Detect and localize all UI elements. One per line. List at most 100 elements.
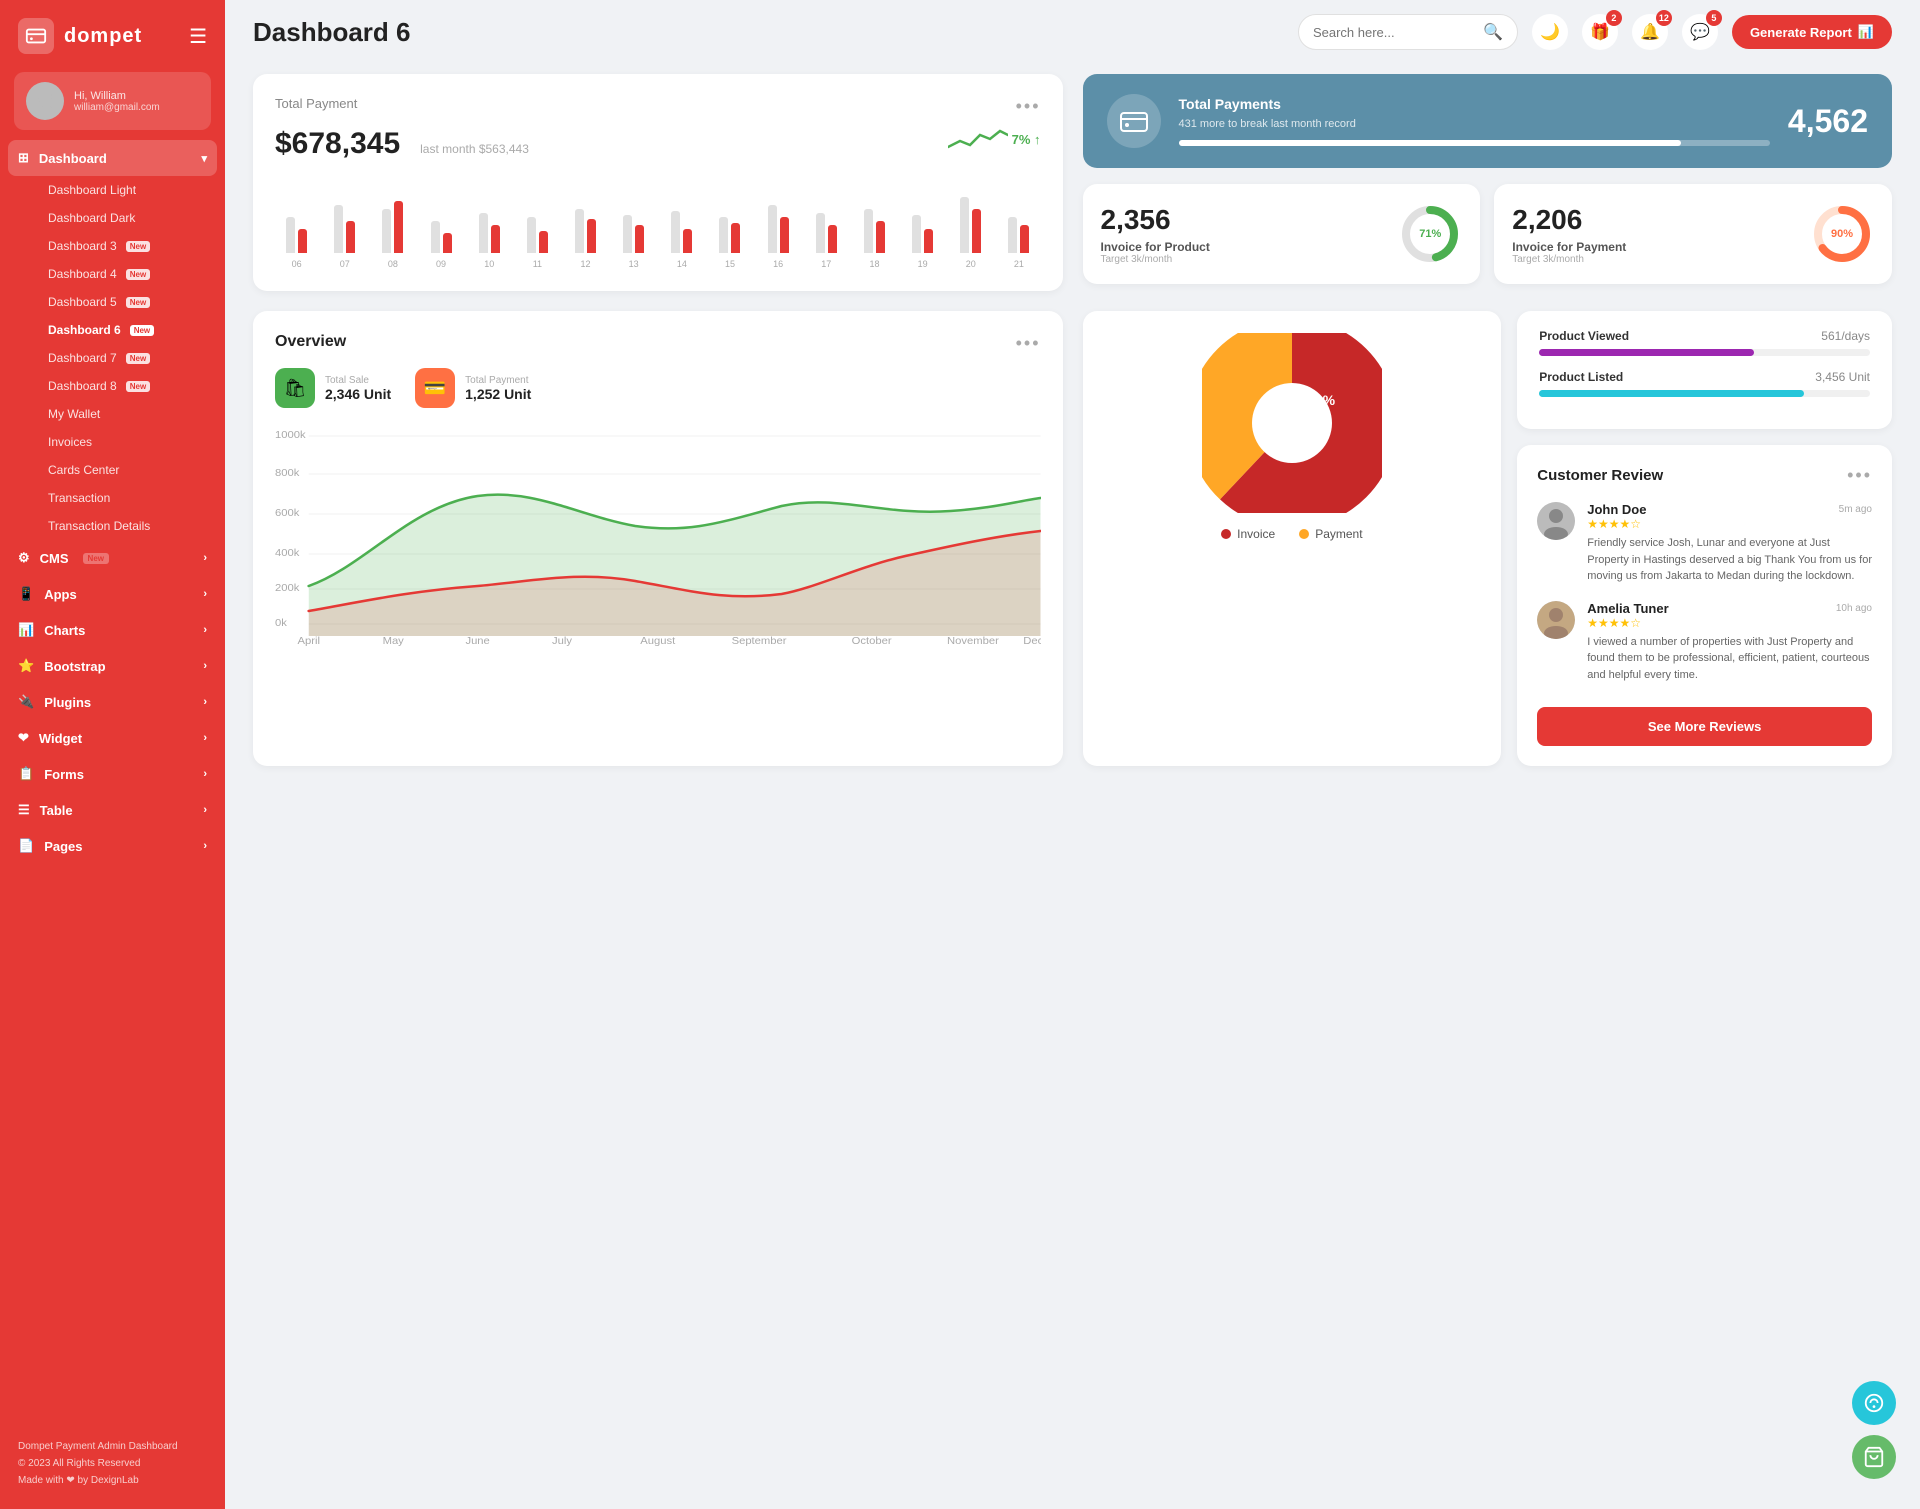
reviewer-avatar-2 — [1537, 601, 1575, 639]
product-viewed-header: Product Viewed 561/days — [1539, 329, 1870, 343]
overview-total-payment: 💳 Total Payment 1,252 Unit — [415, 368, 531, 408]
sub-dashboard-light[interactable]: Dashboard Light — [36, 176, 225, 204]
logo-icon — [18, 18, 54, 54]
review-more-icon[interactable]: ••• — [1847, 465, 1872, 486]
sub-transaction-details[interactable]: Transaction Details — [36, 512, 225, 540]
chevron-right-icon9: › — [203, 840, 207, 852]
sidebar: dompet ☰ Hi, William william@gmail.com ⊞… — [0, 0, 225, 1509]
see-more-reviews-button[interactable]: See More Reviews — [1537, 707, 1872, 746]
donut-label-2: 90% — [1831, 228, 1853, 240]
nav-cms[interactable]: ⚙ CMS New › — [0, 540, 225, 576]
sub-invoices[interactable]: Invoices — [36, 428, 225, 456]
bar-label: 16 — [773, 259, 783, 269]
bar-red — [780, 217, 789, 253]
sub-dashboard-7[interactable]: Dashboard 7 New — [36, 344, 225, 372]
support-float-button[interactable] — [1852, 1381, 1896, 1425]
overview-more-icon[interactable]: ••• — [1016, 333, 1041, 354]
sub-dashboard-4[interactable]: Dashboard 4 New — [36, 260, 225, 288]
pie-chart-svg: 62% 38% — [1202, 333, 1382, 513]
bar-group: 07 — [323, 173, 366, 269]
more-options-icon[interactable]: ••• — [1016, 96, 1041, 117]
gift-icon-btn[interactable]: 🎁 2 — [1582, 14, 1618, 50]
bar-light — [719, 217, 728, 253]
bar-light — [575, 209, 584, 253]
bar-group: 09 — [419, 173, 462, 269]
nav-charts[interactable]: 📊 Charts › — [0, 612, 225, 648]
bar-light — [864, 209, 873, 253]
bar-light — [816, 213, 825, 253]
search-input[interactable] — [1313, 25, 1475, 40]
bar-light — [671, 211, 680, 253]
svg-text:May: May — [383, 636, 405, 646]
apps-icon: 📱 — [18, 586, 34, 602]
bar-red — [828, 225, 837, 253]
sub-dashboard-dark[interactable]: Dashboard Dark — [36, 204, 225, 232]
svg-text:November: November — [947, 636, 999, 646]
main-content: Dashboard 6 🔍 🌙 🎁 2 🔔 12 💬 5 Generate Re… — [225, 0, 1920, 1509]
bar-group: 14 — [660, 173, 703, 269]
bar-light — [431, 221, 440, 253]
nav-apps-label: Apps — [44, 587, 77, 602]
chevron-right-icon: › — [203, 552, 207, 564]
nav-table[interactable]: ☰ Table › — [0, 792, 225, 828]
nav-bootstrap[interactable]: ⭐ Bootstrap › — [0, 648, 225, 684]
nav-dashboard-label: Dashboard — [39, 151, 107, 166]
topbar: Dashboard 6 🔍 🌙 🎁 2 🔔 12 💬 5 Generate Re… — [225, 0, 1920, 64]
chevron-right-icon5: › — [203, 696, 207, 708]
invoice-payment-num: 2,206 — [1512, 204, 1626, 236]
cart-float-button[interactable] — [1852, 1435, 1896, 1479]
pie-legend: Invoice Payment — [1221, 527, 1362, 541]
customer-review-card: Customer Review ••• John Doe 5m — [1517, 445, 1892, 766]
nav-forms-label: Forms — [44, 767, 84, 782]
search-box: 🔍 — [1298, 14, 1518, 50]
overview-stats: 🛍 Total Sale 2,346 Unit 💳 Total Payment … — [275, 368, 1041, 408]
nav-plugins-label: Plugins — [44, 695, 91, 710]
moon-icon-btn[interactable]: 🌙 — [1532, 14, 1568, 50]
product-listed-value: 3,456 Unit — [1815, 370, 1870, 384]
sub-dashboard-6[interactable]: Dashboard 6 New — [36, 316, 225, 344]
user-box: Hi, William william@gmail.com — [14, 72, 211, 130]
bar-label: 13 — [629, 259, 639, 269]
hamburger-icon[interactable]: ☰ — [189, 24, 207, 49]
bar-label: 21 — [1014, 259, 1024, 269]
sub-dashboard-8[interactable]: Dashboard 8 New — [36, 372, 225, 400]
chat-icon-btn[interactable]: 💬 5 — [1682, 14, 1718, 50]
review-text-1: Friendly service Josh, Lunar and everyon… — [1587, 535, 1872, 585]
nav-apps[interactable]: 📱 Apps › — [0, 576, 225, 612]
review-meta-2: Amelia Tuner 10h ago — [1587, 601, 1872, 616]
nav-forms[interactable]: 📋 Forms › — [0, 756, 225, 792]
generate-report-button[interactable]: Generate Report 📊 — [1732, 15, 1892, 49]
bar-label: 12 — [581, 259, 591, 269]
sub-my-wallet[interactable]: My Wallet — [36, 400, 225, 428]
bar-label: 10 — [484, 259, 494, 269]
bar-label: 20 — [966, 259, 976, 269]
legend-payment-label: Payment — [1315, 527, 1362, 541]
bar-label: 09 — [436, 259, 446, 269]
avatar — [26, 82, 64, 120]
bar-label: 08 — [388, 259, 398, 269]
sub-dashboard-3[interactable]: Dashboard 3 New — [36, 232, 225, 260]
user-info: Hi, William william@gmail.com — [74, 90, 160, 113]
nav-dashboard[interactable]: ⊞ Dashboard ▾ — [8, 140, 217, 176]
bar-group: 16 — [757, 173, 800, 269]
nav-pages[interactable]: 📄 Pages › — [0, 828, 225, 864]
bar-label: 07 — [340, 259, 350, 269]
nav-plugins[interactable]: 🔌 Plugins › — [0, 684, 225, 720]
invoice-payment-card: 2,206 Invoice for Payment Target 3k/mont… — [1494, 184, 1892, 284]
bar-group: 17 — [805, 173, 848, 269]
legend-invoice-dot — [1221, 529, 1231, 539]
sub-cards-center[interactable]: Cards Center — [36, 456, 225, 484]
nav-widget[interactable]: ❤ Widget › — [0, 720, 225, 756]
bar-group: 15 — [708, 173, 751, 269]
content-grid: Total Payment ••• $678,345 last month $5… — [225, 64, 1920, 794]
bell-icon-btn[interactable]: 🔔 12 — [1632, 14, 1668, 50]
sub-transaction[interactable]: Transaction — [36, 484, 225, 512]
footer-copy: © 2023 All Rights Reserved — [18, 1455, 207, 1472]
sub-dashboard-5[interactable]: Dashboard 5 New — [36, 288, 225, 316]
reviewer-name-1: John Doe — [1587, 502, 1646, 517]
svg-text:August: August — [640, 636, 675, 646]
review-text-2: I viewed a number of properties with Jus… — [1587, 634, 1872, 684]
chevron-right-icon8: › — [203, 804, 207, 816]
bar-group: 12 — [564, 173, 607, 269]
overview-total-sale: 🛍 Total Sale 2,346 Unit — [275, 368, 391, 408]
